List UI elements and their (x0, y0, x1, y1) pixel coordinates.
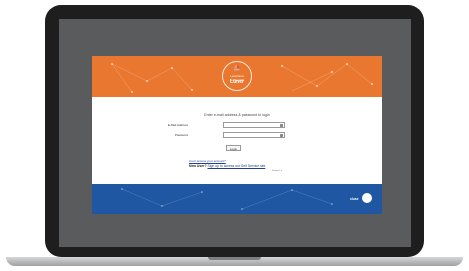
email-label: E-Mail Address (167, 123, 188, 127)
autofill-icon (280, 134, 283, 137)
password-field[interactable] (223, 132, 285, 138)
sun-icon (362, 193, 372, 203)
network-pattern (120, 187, 334, 211)
orange-header-banner: ⛵ Leuphana Universität Lüner (92, 56, 382, 97)
logo-icon: ⛵ (233, 65, 241, 71)
autofill-icon (280, 124, 283, 127)
email-field[interactable] (223, 122, 285, 128)
logo-name: Lüner (230, 79, 244, 85)
forgot-account-link[interactable]: Can't access your account? (189, 159, 226, 163)
password-label: Password (174, 133, 188, 137)
brand-logo: sluse (350, 189, 374, 209)
new-user-label: New User? (189, 164, 207, 168)
new-user-line: New User? Sign up to access our Self Ser… (189, 164, 265, 168)
laptop-notch (208, 257, 261, 260)
brand-logo-text: sluse (350, 197, 359, 201)
login-button[interactable]: Login (226, 145, 241, 151)
university-logo: ⛵ Leuphana Universität Lüner (222, 61, 252, 91)
login-screen: ⛵ Leuphana Universität Lüner Enter e-mai… (92, 56, 382, 214)
signup-link[interactable]: Sign up to access our Self Service site (207, 164, 265, 168)
login-prompt: Enter e-mail address & password to login (204, 113, 270, 117)
blue-footer-banner: sluse (92, 184, 382, 214)
version-note: Version 1.0 (272, 170, 283, 172)
